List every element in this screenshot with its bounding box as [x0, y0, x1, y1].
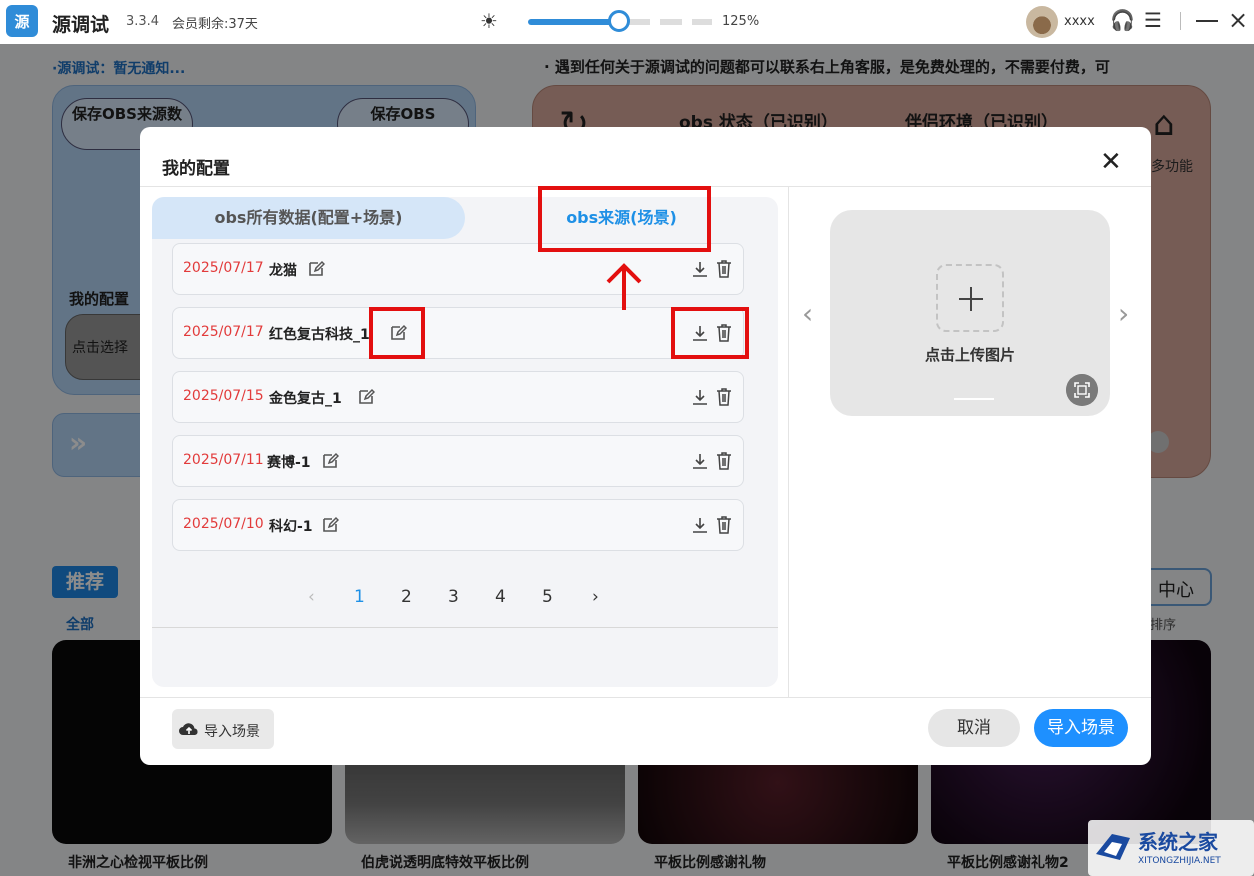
close-window-icon[interactable]: × [1228, 6, 1248, 34]
chevron-left-icon[interactable]: ‹ [308, 587, 315, 607]
download-icon[interactable] [691, 516, 709, 534]
avatar[interactable] [1026, 6, 1058, 38]
edit-icon[interactable] [321, 452, 339, 470]
page-2[interactable]: 2 [401, 587, 412, 607]
chevron-left-icon[interactable]: ‹ [802, 297, 813, 330]
pagination: ‹ 1 2 3 4 5 › [302, 587, 632, 613]
download-icon[interactable] [691, 260, 709, 278]
headset-icon[interactable]: 🎧 [1110, 8, 1135, 32]
crop-icon[interactable] [1066, 374, 1098, 406]
sliders-icon[interactable]: ☰ [1144, 8, 1162, 32]
config-date: 2025/07/11 [183, 452, 264, 468]
config-date: 2025/07/17 [183, 324, 264, 340]
import-scene-upload-label: 导入场景 [204, 724, 260, 740]
annotation-highlight-edit [369, 307, 425, 359]
zoom-slider-knob[interactable] [608, 10, 630, 32]
trash-icon[interactable] [715, 515, 733, 535]
config-date: 2025/07/17 [183, 260, 264, 276]
divider [788, 187, 789, 697]
app-version: 3.3.4 [126, 14, 160, 29]
page-4[interactable]: 4 [495, 587, 506, 607]
annotation-arrow-icon [606, 263, 642, 310]
config-name: 赛博-1 [267, 455, 311, 471]
download-icon[interactable] [691, 452, 709, 470]
config-list-pane: obs所有数据(配置+场景) obs来源(场景) 2025/07/17 龙猫 2… [152, 197, 778, 687]
config-row[interactable]: 2025/07/17 红色复古科技_1 [172, 307, 744, 359]
watermark-text: 系统之家 [1138, 830, 1218, 854]
chevron-right-icon[interactable]: › [1118, 297, 1129, 330]
config-name: 科幻-1 [269, 519, 313, 535]
edit-icon[interactable] [307, 260, 325, 278]
divider [140, 697, 1151, 698]
upload-image-card[interactable]: 点击上传图片 [830, 210, 1110, 416]
trash-icon[interactable] [715, 259, 733, 279]
download-icon[interactable] [691, 388, 709, 406]
chevron-right-icon[interactable]: › [592, 587, 599, 607]
app-logo: 源 [6, 5, 38, 37]
import-scene-upload-button[interactable]: 导入场景 [172, 709, 274, 749]
page-3[interactable]: 3 [448, 587, 459, 607]
edit-icon[interactable] [321, 516, 339, 534]
trash-icon[interactable] [715, 387, 733, 407]
cancel-button[interactable]: 取消 [928, 709, 1020, 747]
edit-icon[interactable] [357, 388, 375, 406]
config-row[interactable]: 2025/07/11 赛博-1 [172, 435, 744, 487]
watermark-logo [1096, 834, 1130, 860]
config-row[interactable]: 2025/07/15 金色复古_1 [172, 371, 744, 423]
tab-all-data[interactable]: obs所有数据(配置+场景) [152, 197, 465, 239]
upload-label: 点击上传图片 [924, 346, 1015, 364]
zoom-slider-track [628, 19, 712, 25]
zoom-slider-fill [528, 19, 620, 25]
config-name: 红色复古科技_1 [269, 327, 370, 343]
page-1[interactable]: 1 [354, 587, 365, 607]
config-date: 2025/07/15 [183, 388, 264, 404]
page-5[interactable]: 5 [542, 587, 553, 607]
trash-icon[interactable] [715, 451, 733, 471]
divider [1180, 12, 1181, 30]
config-name: 金色复古_1 [269, 391, 342, 407]
dialog-title: 我的配置 [162, 159, 230, 179]
close-icon[interactable]: ✕ [1100, 149, 1122, 175]
carousel-indicator [954, 398, 994, 400]
config-name: 龙猫 [269, 263, 297, 279]
membership-remaining: 会员剩余:37天 [172, 17, 258, 32]
minimize-icon[interactable] [1196, 20, 1218, 22]
annotation-highlight-tab [538, 186, 711, 252]
plus-icon-v [970, 287, 972, 311]
plus-icon[interactable] [936, 264, 1004, 332]
config-date: 2025/07/10 [183, 516, 264, 532]
username[interactable]: xxxx [1064, 14, 1095, 29]
zoom-level: 125% [722, 14, 760, 29]
cloud-upload-icon [179, 723, 198, 735]
title-bar: 源 源调试 3.3.4 会员剩余:37天 ☀ 125% xxxx 🎧 ☰ × [0, 0, 1254, 44]
config-row[interactable]: 2025/07/10 科幻-1 [172, 499, 744, 551]
import-scene-button[interactable]: 导入场景 [1034, 709, 1128, 747]
watermark-url: XITONGZHIJIA.NET [1138, 856, 1221, 866]
site-watermark: 系统之家 XITONGZHIJIA.NET [1088, 820, 1254, 876]
annotation-highlight-actions [671, 307, 749, 359]
app-name: 源调试 [52, 14, 110, 36]
divider [152, 627, 778, 628]
sun-icon[interactable]: ☀ [480, 9, 498, 33]
